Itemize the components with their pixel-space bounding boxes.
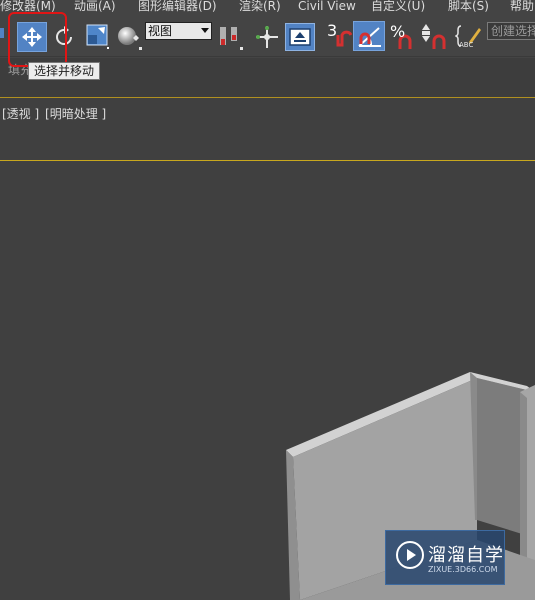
watermark-title: 溜溜自学	[428, 545, 504, 566]
move-tool-highlight-box	[8, 12, 67, 67]
move-tool-tooltip: 选择并移动	[28, 62, 101, 80]
3d-wall-model[interactable]	[0, 0, 535, 600]
watermark-subtitle: ZIXUE.3D66.COM	[428, 565, 498, 574]
watermark-logo-icon	[396, 541, 424, 569]
watermark-badge: 溜溜自学 ZIXUE.3D66.COM	[385, 530, 505, 585]
